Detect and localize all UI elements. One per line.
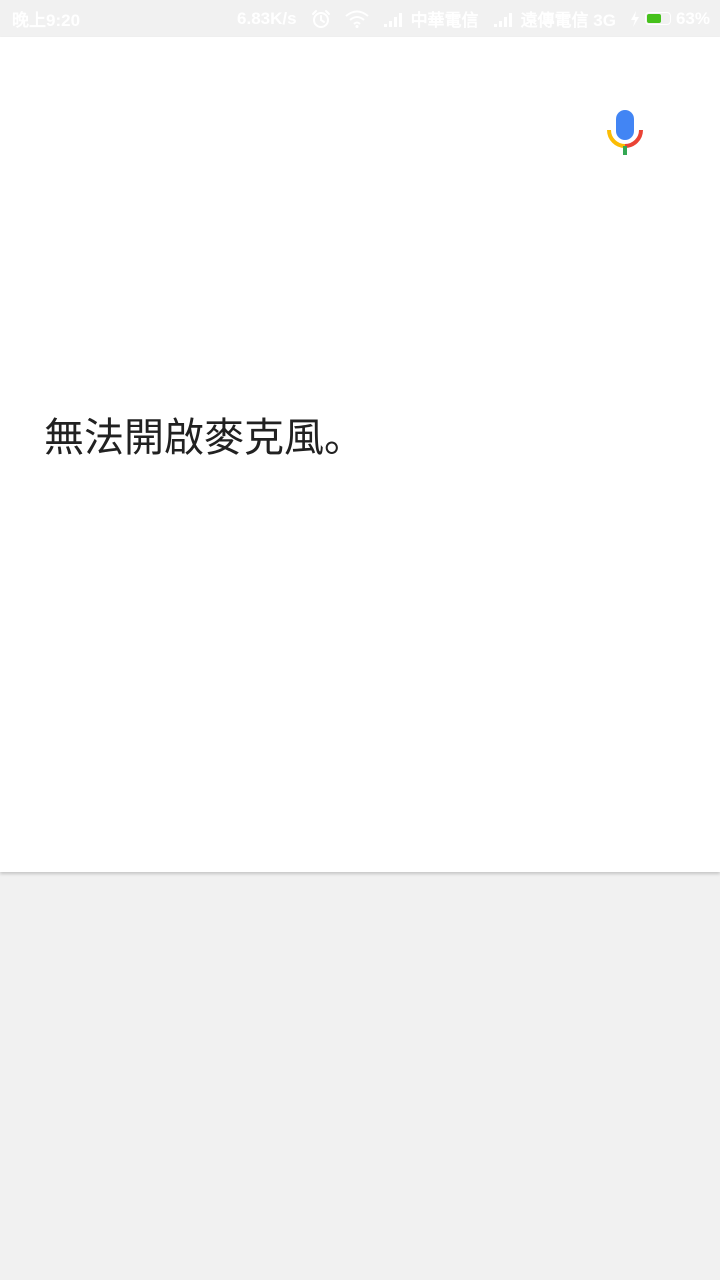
battery-percent: 63%	[675, 8, 710, 28]
signal-icon	[493, 11, 515, 27]
battery-icon	[644, 12, 671, 25]
status-bar: 晚上9:20 6.83K/s 中華電信 遠傳電信 3G 63%	[0, 0, 720, 37]
battery-level	[646, 14, 661, 23]
microphone-button[interactable]	[598, 101, 652, 165]
status-time: 晚上9:20	[12, 11, 81, 30]
voice-search-card: 無法開啟麥克風。	[0, 37, 720, 872]
signal-icon	[383, 11, 405, 27]
carrier-2: 遠傳電信 3G	[520, 11, 616, 30]
network-speed: 6.83K/s	[237, 8, 297, 28]
charging-icon	[630, 10, 640, 27]
microphone-icon	[607, 110, 643, 155]
error-message: 無法開啟麥克風。	[44, 415, 364, 461]
wifi-icon	[344, 10, 369, 28]
carrier-1: 中華電信	[410, 11, 479, 30]
alarm-icon	[311, 9, 331, 29]
